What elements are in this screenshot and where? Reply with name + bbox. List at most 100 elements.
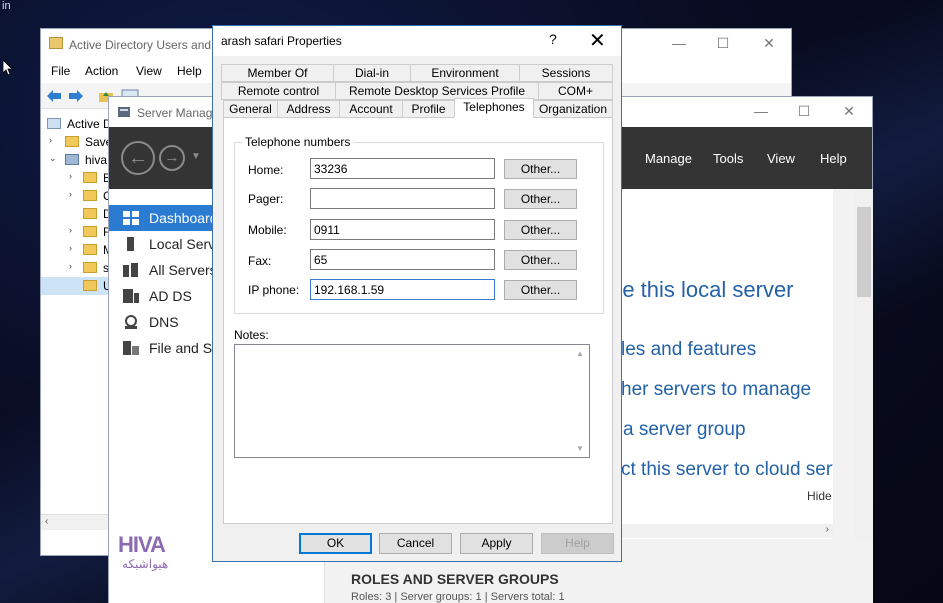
tree-item[interactable]: › F xyxy=(41,223,111,241)
maximize-icon[interactable]: ☐ xyxy=(792,103,816,121)
fax-other-button[interactable]: Other... xyxy=(504,250,577,270)
tree-item[interactable]: ›M xyxy=(41,241,113,259)
menu-action[interactable]: Action xyxy=(85,64,118,78)
sidebar-item-label: Local Serv xyxy=(149,236,216,252)
desktop-corner-text: in xyxy=(2,0,11,12)
close-icon[interactable]: ✕ xyxy=(589,28,606,53)
tab-account[interactable]: Account xyxy=(339,100,403,118)
menu-view[interactable]: View xyxy=(767,151,795,166)
help-icon[interactable]: ? xyxy=(549,31,557,47)
tab-dial-in[interactable]: Dial-in xyxy=(333,64,411,82)
close-icon[interactable]: ✕ xyxy=(757,35,781,53)
home-phone-field[interactable] xyxy=(310,158,495,179)
tree-item[interactable]: › s xyxy=(41,259,111,277)
add-servers-link[interactable]: her servers to manage xyxy=(621,379,811,401)
tab-general[interactable]: General xyxy=(223,100,278,118)
close-icon[interactable]: ✕ xyxy=(837,103,861,121)
expand-arrow-icon[interactable]: › xyxy=(69,171,72,181)
ad-root-icon xyxy=(47,118,61,129)
menu-tools[interactable]: Tools xyxy=(713,151,743,166)
tab-telephones[interactable]: Telephones xyxy=(454,98,534,118)
folder-icon xyxy=(65,136,79,147)
forward-arrow-icon[interactable] xyxy=(67,88,85,104)
tab-com-plus[interactable]: COM+ xyxy=(538,82,613,100)
hide-link[interactable]: Hide xyxy=(807,489,832,503)
server-manager-app-icon xyxy=(118,107,130,117)
minimize-icon[interactable]: — xyxy=(749,103,773,121)
scroll-right-icon[interactable]: › xyxy=(826,524,829,535)
ip-phone-label: IP phone: xyxy=(248,283,300,297)
watermark-sub-text: هیواشبکه xyxy=(122,557,169,571)
menu-manage[interactable]: Manage xyxy=(645,151,692,166)
configure-local-server-link[interactable]: re this local server xyxy=(615,277,794,303)
notes-textarea[interactable]: ▲ ▼ xyxy=(234,344,590,458)
pager-field[interactable] xyxy=(310,188,495,209)
tab-address[interactable]: Address xyxy=(277,100,340,118)
menu-view[interactable]: View xyxy=(136,64,162,78)
tree-item-selected[interactable]: U xyxy=(41,277,112,295)
tab-environment[interactable]: Environment xyxy=(410,64,520,82)
forward-arrow-icon[interactable]: → xyxy=(159,145,185,171)
pager-other-button[interactable]: Other... xyxy=(504,189,577,209)
scroll-thumb[interactable] xyxy=(857,207,871,297)
home-other-button[interactable]: Other... xyxy=(504,159,577,179)
mobile-field[interactable] xyxy=(310,219,495,240)
connect-cloud-link[interactable]: ct this server to cloud servic xyxy=(621,459,833,481)
expand-arrow-icon[interactable]: › xyxy=(69,225,72,235)
tree-item[interactable]: ⌄ hiva xyxy=(41,151,111,169)
sidebar-item-label: Dashboard xyxy=(149,210,218,226)
maximize-icon[interactable]: ☐ xyxy=(711,35,735,53)
back-arrow-icon[interactable]: ← xyxy=(121,141,155,175)
menu-help[interactable]: Help xyxy=(820,151,847,166)
ip-phone-field[interactable] xyxy=(310,279,495,300)
folder-icon xyxy=(83,190,97,201)
mouse-cursor-icon xyxy=(3,60,13,76)
expand-arrow-icon[interactable]: › xyxy=(69,261,72,271)
notes-scrollbar[interactable]: ▲ ▼ xyxy=(572,345,589,457)
tab-organization[interactable]: Organization xyxy=(533,100,613,118)
menu-help[interactable]: Help xyxy=(177,64,202,78)
properties-dialog: arash safari Properties ? ✕ Member Of Di… xyxy=(212,25,622,562)
folder-icon xyxy=(83,172,97,183)
dialog-titlebar: arash safari Properties ? ✕ xyxy=(213,26,621,56)
tab-remote-control[interactable]: Remote control xyxy=(221,82,336,100)
back-arrow-icon[interactable] xyxy=(45,88,63,104)
ok-button[interactable]: OK xyxy=(299,533,372,554)
tree-item[interactable]: D xyxy=(41,205,112,223)
history-dropdown-icon[interactable]: ▼ xyxy=(191,151,201,162)
expand-arrow-icon[interactable]: › xyxy=(69,189,72,199)
tree-item[interactable]: › Save xyxy=(41,133,112,151)
tab-sessions[interactable]: Sessions xyxy=(519,64,613,82)
tab-member-of[interactable]: Member Of xyxy=(221,64,334,82)
scroll-left-icon[interactable]: ‹ xyxy=(45,516,48,527)
apply-button[interactable]: Apply xyxy=(460,533,533,554)
scroll-down-icon[interactable]: ▼ xyxy=(576,444,584,453)
ad-tree-scrollbar[interactable]: ‹ xyxy=(41,514,111,530)
fax-field[interactable] xyxy=(310,249,495,270)
help-button[interactable]: Help xyxy=(541,533,614,554)
ip-phone-other-button[interactable]: Other... xyxy=(504,280,577,300)
scroll-up-icon[interactable]: ▲ xyxy=(576,349,584,358)
cancel-button[interactable]: Cancel xyxy=(379,533,452,554)
dns-icon xyxy=(125,315,137,329)
sm-vertical-scrollbar[interactable] xyxy=(855,189,873,539)
tab-profile[interactable]: Profile xyxy=(402,100,455,118)
sidebar-item-label: AD DS xyxy=(149,288,192,304)
menu-file[interactable]: File xyxy=(51,64,70,78)
mobile-label: Mobile: xyxy=(248,223,287,237)
notes-label: Notes: xyxy=(234,328,269,342)
minimize-icon[interactable]: — xyxy=(667,35,691,53)
add-roles-link[interactable]: les and features xyxy=(621,339,756,361)
expand-arrow-icon[interactable]: › xyxy=(69,243,72,253)
collapse-arrow-icon[interactable]: ⌄ xyxy=(49,153,57,164)
tree-item[interactable]: Active D xyxy=(41,115,112,133)
mobile-other-button[interactable]: Other... xyxy=(504,220,577,240)
ou-folder-icon xyxy=(83,208,97,219)
tree-item[interactable]: › B xyxy=(41,169,111,187)
tree-item[interactable]: ›C xyxy=(41,187,112,205)
tree-item-label: hiva xyxy=(85,153,108,167)
create-server-group-link[interactable]: a server group xyxy=(623,419,746,441)
expand-arrow-icon[interactable]: › xyxy=(49,135,52,145)
file-storage-icon xyxy=(123,341,139,355)
ad-console-tree: Active D ›Save ⌄ hiva ›B ›C D ›F ›M ›s U xyxy=(41,111,113,511)
